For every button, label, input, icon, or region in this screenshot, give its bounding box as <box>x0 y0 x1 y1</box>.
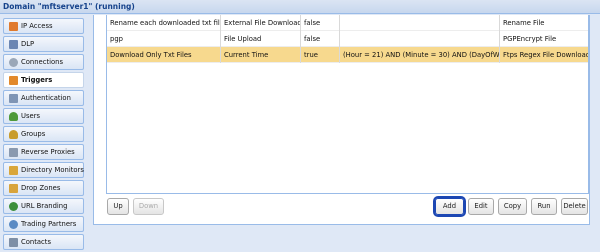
url-branding-icon <box>9 201 18 211</box>
cell-event: File Upload <box>221 31 301 47</box>
groups-icon <box>9 129 18 139</box>
sidebar-item-triggers[interactable]: Triggers <box>3 72 84 88</box>
sidebar: IP Access DLP Connections Triggers Authe… <box>0 15 86 252</box>
sidebar-item-reverse-proxies[interactable]: Reverse Proxies <box>3 144 84 160</box>
connections-icon <box>9 57 18 67</box>
up-button[interactable]: Up <box>107 198 129 215</box>
run-button[interactable]: Run <box>531 198 557 215</box>
table-row[interactable]: pgp File Upload false PGPEncrypt File <box>107 31 588 47</box>
cell-enabled: false <box>301 15 340 31</box>
sidebar-item-directory-monitors[interactable]: Directory Monitors <box>3 162 84 178</box>
sidebar-item-label: Triggers <box>21 76 53 84</box>
sidebar-item-label: Trading Partners <box>21 220 77 228</box>
cell-name: pgp <box>107 31 221 47</box>
drop-zones-icon <box>9 183 18 193</box>
sidebar-item-drop-zones[interactable]: Drop Zones <box>3 180 84 196</box>
sidebar-item-ip-access[interactable]: IP Access <box>3 18 84 34</box>
sidebar-item-label: Groups <box>21 130 46 138</box>
sidebar-item-authentication[interactable]: Authentication <box>3 90 84 106</box>
sidebar-item-label: Directory Monitors <box>21 166 84 174</box>
sidebar-item-contacts[interactable]: Contacts <box>3 234 84 250</box>
cell-enabled: false <box>301 31 340 47</box>
sidebar-item-label: URL Branding <box>21 202 68 210</box>
sidebar-item-label: Contacts <box>21 238 51 246</box>
cell-condition <box>340 31 500 47</box>
window-titlebar: Domain "mftserver1" (running) <box>0 0 600 14</box>
down-button[interactable]: Down <box>133 198 164 215</box>
cell-enabled: true <box>301 47 340 63</box>
sidebar-item-connections[interactable]: Connections <box>3 54 84 70</box>
sidebar-item-trading-partners[interactable]: Trading Partners <box>3 216 84 232</box>
sidebar-item-users[interactable]: Users <box>3 108 84 124</box>
cell-event: Current Time <box>221 47 301 63</box>
users-icon <box>9 111 18 121</box>
table-row-selected[interactable]: Download Only Txt Files Current Time tru… <box>107 47 588 63</box>
sidebar-item-label: Authentication <box>21 94 71 102</box>
sidebar-item-dlp[interactable]: DLP <box>3 36 84 52</box>
delete-button[interactable]: Delete <box>561 198 588 215</box>
add-button[interactable]: Add <box>435 198 464 215</box>
ip-access-icon <box>9 21 18 31</box>
sidebar-item-label: Connections <box>21 58 63 66</box>
reverse-proxies-icon <box>9 147 18 157</box>
cell-event: External File Download <box>221 15 301 31</box>
trading-partners-icon <box>9 219 18 229</box>
sidebar-item-url-branding[interactable]: URL Branding <box>3 198 84 214</box>
sidebar-item-groups[interactable]: Groups <box>3 126 84 142</box>
cell-action: Rename File <box>503 19 545 27</box>
cell-name: Download Only Txt Files <box>107 47 221 63</box>
cell-action: Ftps Regex File Download <box>503 51 588 59</box>
cell-action: PGPEncrypt File <box>503 35 557 43</box>
cell-condition: (Hour = 21) AND (Minute = 30) AND (DayOf… <box>340 47 500 63</box>
sidebar-item-label: DLP <box>21 40 35 48</box>
contacts-icon <box>9 237 18 247</box>
window-title: Domain "mftserver1" (running) <box>3 2 135 11</box>
authentication-icon <box>9 93 18 103</box>
directory-monitors-icon <box>9 165 18 175</box>
table-row[interactable]: Rename each downloaded txt file External… <box>107 15 588 31</box>
sidebar-item-label: Reverse Proxies <box>21 148 75 156</box>
sidebar-item-label: IP Access <box>21 22 53 30</box>
cell-name: Rename each downloaded txt file <box>107 15 221 31</box>
copy-button[interactable]: Copy <box>498 198 527 215</box>
triggers-grid[interactable]: Rename each downloaded txt file External… <box>106 15 589 194</box>
triggers-icon <box>9 75 18 85</box>
main-panel: Rename each downloaded txt file External… <box>87 15 600 252</box>
triggers-panel: Rename each downloaded txt file External… <box>93 15 590 225</box>
sidebar-item-label: Users <box>21 112 41 120</box>
dlp-icon <box>9 39 18 49</box>
cell-condition <box>340 15 500 31</box>
edit-button[interactable]: Edit <box>468 198 494 215</box>
sidebar-item-label: Drop Zones <box>21 184 61 192</box>
